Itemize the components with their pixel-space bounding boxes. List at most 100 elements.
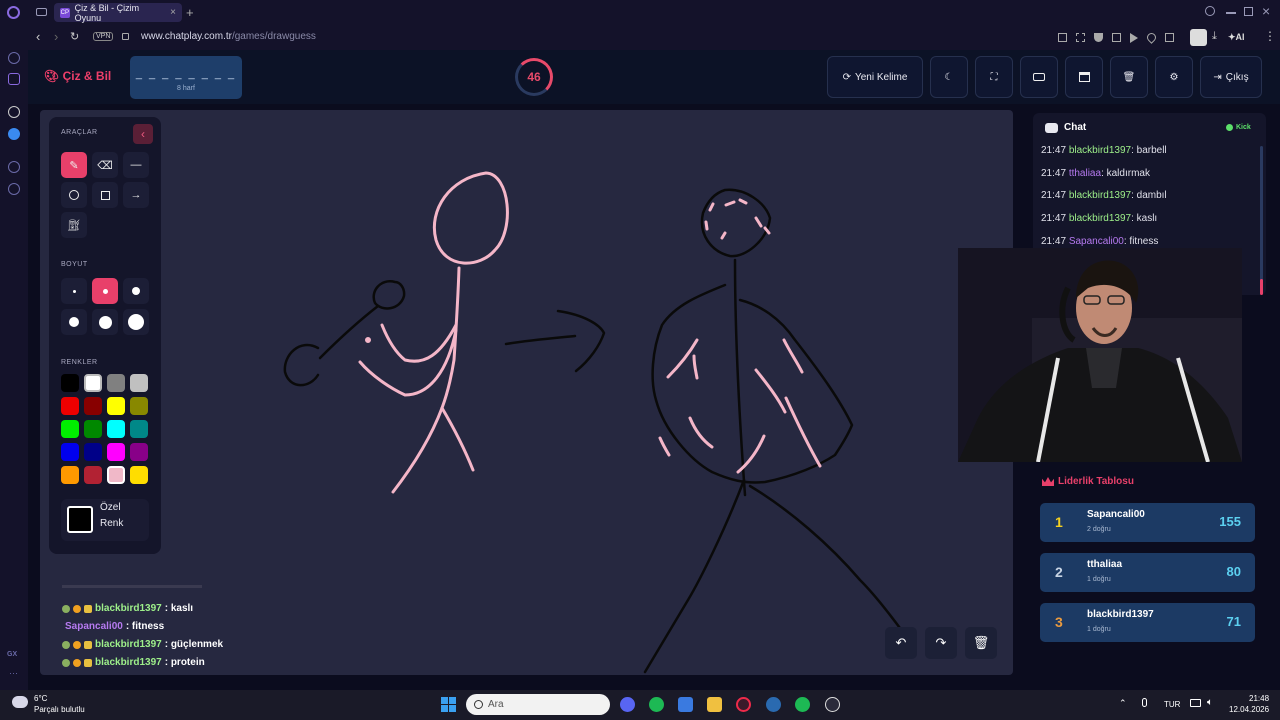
size-6-button[interactable] [123, 309, 149, 335]
weather-desc[interactable]: Parçalı bulutlu [34, 705, 85, 714]
color-swatch[interactable] [61, 443, 79, 461]
eraser-tool-button[interactable]: ⌫ [92, 152, 118, 178]
download-icon[interactable]: ⤓ [1212, 30, 1217, 43]
menu-icon[interactable]: ⋮ [1264, 29, 1276, 43]
spotify-icon[interactable] [649, 697, 664, 712]
taskbar-search[interactable]: Ara [466, 694, 610, 715]
custom-color-button[interactable]: Özel Renk [61, 499, 149, 541]
color-swatch[interactable] [61, 374, 79, 392]
weather-temp[interactable]: 6°C [34, 694, 47, 703]
color-swatch[interactable] [107, 397, 125, 415]
cube-icon[interactable] [1165, 33, 1174, 42]
weather-icon[interactable] [12, 696, 28, 708]
app-logo[interactable]: 🎨︎ Çiz & Bil [44, 69, 111, 83]
color-swatch[interactable] [130, 420, 148, 438]
extensions-icon[interactable] [1112, 33, 1121, 42]
app-icon[interactable] [766, 697, 781, 712]
color-swatch[interactable] [130, 443, 148, 461]
discord-icon[interactable] [620, 697, 635, 712]
delete-drawing-button[interactable]: 🗑︎ [965, 627, 997, 659]
microphone-icon[interactable] [1142, 698, 1147, 707]
color-swatch[interactable] [107, 374, 125, 392]
color-swatch[interactable] [84, 466, 102, 484]
chat-scrollbar[interactable] [1260, 146, 1263, 295]
size-3-button[interactable] [123, 278, 149, 304]
keyboard-button[interactable] [1020, 56, 1058, 98]
tab-close-icon[interactable]: × [170, 7, 176, 18]
maximize-button[interactable] [1244, 7, 1253, 16]
forward-button[interactable]: › [54, 29, 58, 44]
color-swatch[interactable] [130, 374, 148, 392]
undo-button[interactable]: ↶ [885, 627, 917, 659]
settings-button[interactable]: ⚙ [1155, 56, 1193, 98]
size-1-button[interactable] [61, 278, 87, 304]
size-5-button[interactable] [92, 309, 118, 335]
color-swatch[interactable] [84, 420, 102, 438]
collapse-panel-button[interactable]: ‹ [133, 124, 153, 144]
fullscreen-button[interactable]: ⛶ [975, 56, 1013, 98]
size-4-button[interactable] [61, 309, 87, 335]
vpn-badge[interactable]: VPN [93, 32, 114, 41]
scroll-thumb[interactable] [1260, 279, 1263, 295]
volume-icon[interactable]: 🔈︎ [1207, 697, 1213, 708]
brush-tool-button[interactable]: ✎ [61, 152, 87, 178]
opera-gx-icon[interactable] [736, 697, 751, 712]
exit-button[interactable]: ⇥ Çıkış [1200, 56, 1262, 98]
clock-date[interactable]: 12.04.2026 [1229, 705, 1269, 714]
color-swatch[interactable] [107, 466, 125, 484]
url-field[interactable]: www.chatplay.com.tr/games/drawguess [141, 31, 316, 42]
new-word-button[interactable]: ⟳ Yeni Kelime [827, 56, 923, 98]
arrow-tool-button[interactable]: → [123, 182, 149, 208]
tray-overflow-icon[interactable]: ⌃ [1119, 698, 1127, 709]
shield-icon[interactable] [1094, 33, 1103, 42]
snapshot-icon[interactable] [1076, 33, 1085, 42]
archive-button[interactable] [1065, 56, 1103, 98]
toolbar-extension-icons[interactable] [1058, 31, 1198, 44]
messenger-icon[interactable] [8, 128, 20, 140]
color-swatch[interactable] [61, 397, 79, 415]
new-tab-button[interactable]: + [186, 5, 194, 20]
color-swatch[interactable] [130, 466, 148, 484]
close-window-button[interactable]: × [1262, 3, 1270, 19]
spotify-2-icon[interactable] [795, 697, 810, 712]
drawing-canvas[interactable] [40, 110, 1013, 675]
more-icon[interactable]: ··· [9, 668, 18, 678]
clock-time[interactable]: 21:48 [1249, 694, 1269, 703]
ai-button[interactable]: ✦AI [1228, 32, 1245, 43]
color-swatch[interactable] [107, 420, 125, 438]
opera-logo-icon[interactable] [7, 6, 20, 19]
back-button[interactable]: ‹ [36, 29, 40, 44]
folder-icon[interactable] [707, 697, 722, 712]
language-indicator[interactable]: TUR [1164, 700, 1180, 709]
steam-icon[interactable] [825, 697, 840, 712]
color-swatch[interactable] [107, 443, 125, 461]
aria-icon[interactable] [8, 52, 20, 64]
search-tabs-icon[interactable] [1205, 6, 1215, 16]
clear-button[interactable]: 🗑︎ [1110, 56, 1148, 98]
chatgpt-icon[interactable] [8, 106, 20, 118]
color-swatch[interactable] [84, 443, 102, 461]
network-icon[interactable] [1190, 699, 1201, 707]
play-icon[interactable] [1130, 33, 1138, 43]
color-swatch[interactable] [84, 374, 102, 392]
circle-tool-button[interactable] [61, 182, 87, 208]
history-icon[interactable] [8, 161, 20, 173]
heart-icon[interactable] [1145, 31, 1158, 44]
fill-tool-button[interactable]: ⛽︎ [61, 212, 87, 238]
tab-manager-icon[interactable] [36, 8, 47, 16]
line-tool-button[interactable]: — [123, 152, 149, 178]
tab-active[interactable]: CP Çiz & Bil - Çizim Oyunu × [54, 3, 182, 23]
gx-icon[interactable]: GX [7, 651, 17, 658]
bookmark-icon[interactable] [1058, 33, 1067, 42]
minimize-button[interactable] [1226, 12, 1236, 14]
start-button[interactable] [441, 697, 456, 712]
mail-icon[interactable] [678, 697, 693, 712]
redo-button[interactable]: ↷ [925, 627, 957, 659]
settings-icon[interactable] [8, 183, 20, 195]
reload-button[interactable]: ↻ [70, 30, 79, 43]
size-2-button[interactable] [92, 278, 118, 304]
m-app-icon[interactable] [8, 73, 20, 85]
color-swatch[interactable] [84, 397, 102, 415]
dark-mode-button[interactable]: ☾ [930, 56, 968, 98]
profile-avatar[interactable] [1190, 29, 1207, 46]
